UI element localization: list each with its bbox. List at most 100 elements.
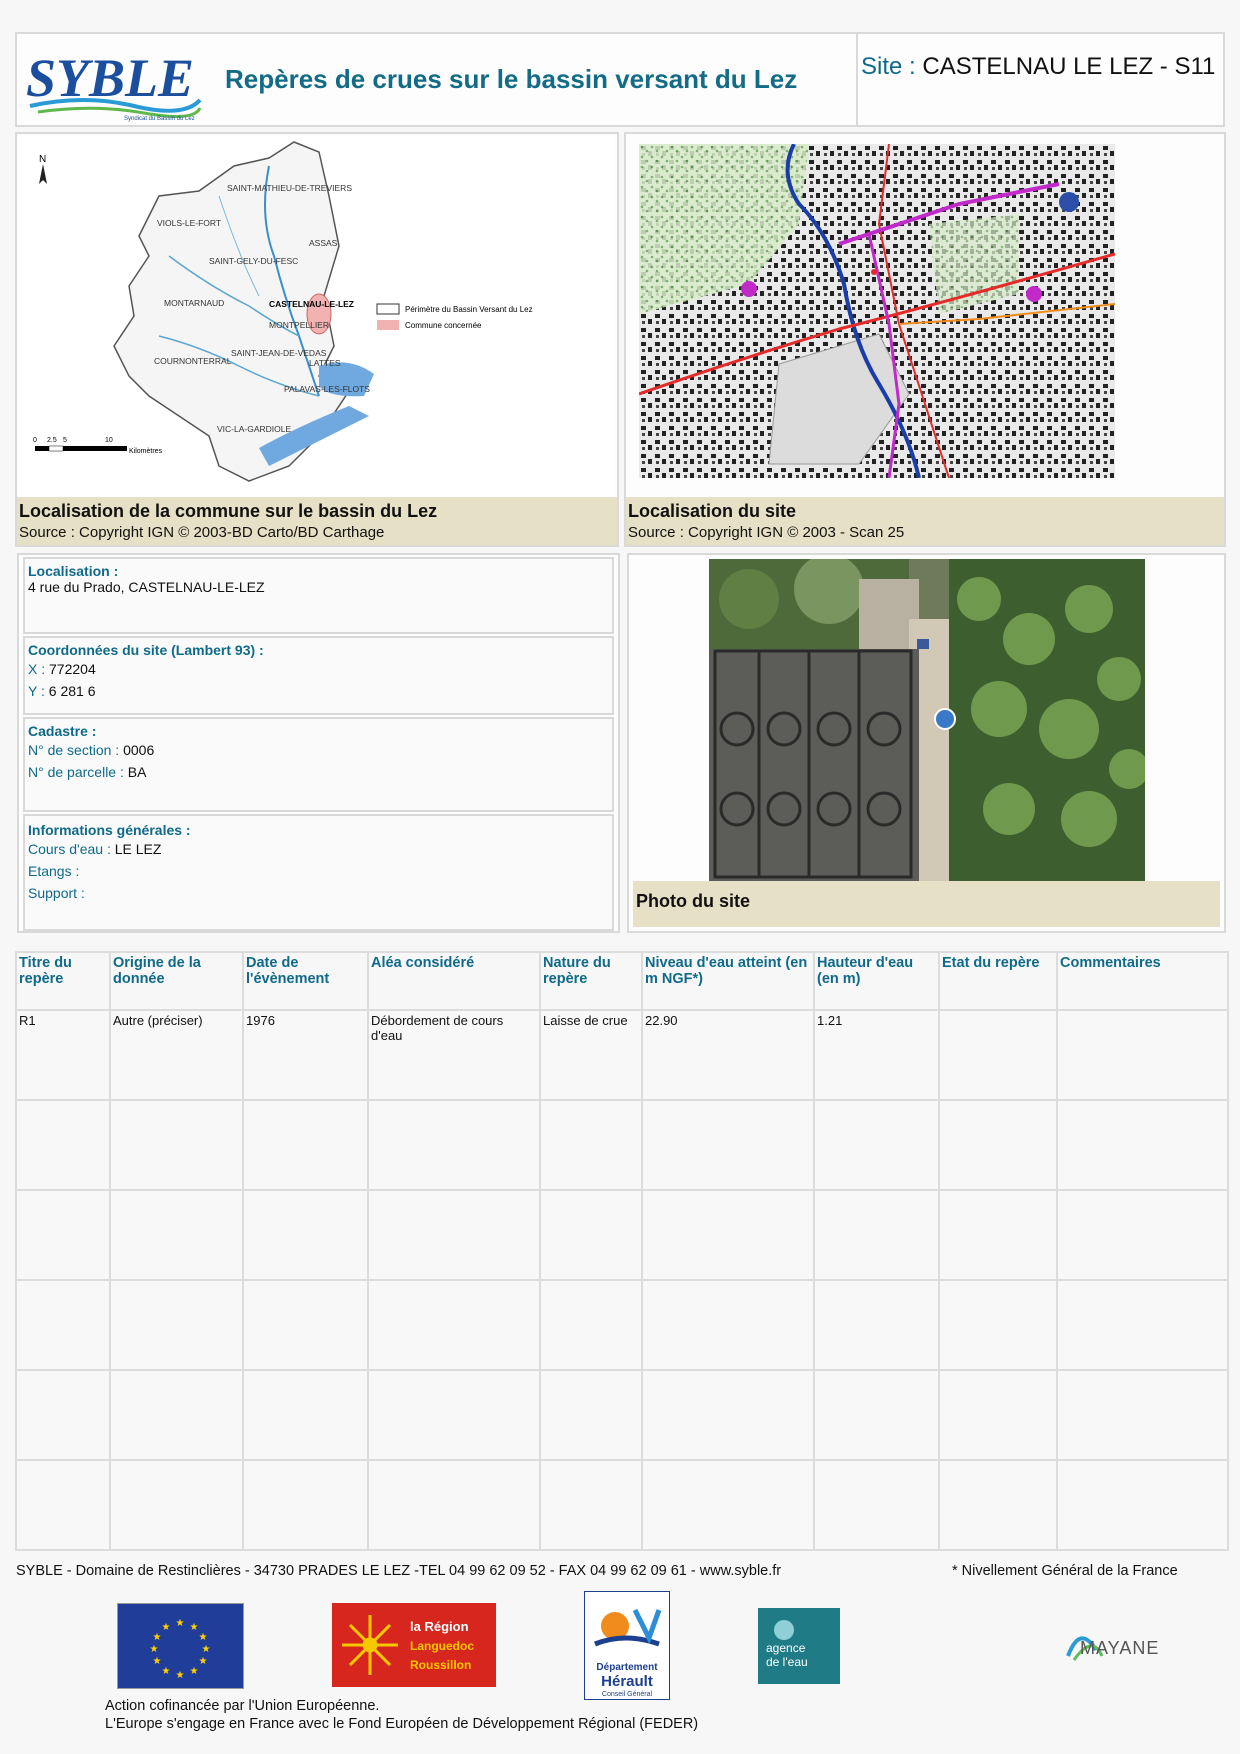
photo-caption-bar: Photo du site bbox=[633, 881, 1220, 927]
y-value: 6 281 6 bbox=[48, 683, 96, 699]
site-heading: Site : CASTELNAU LE LEZ - S11 bbox=[861, 53, 1216, 80]
table-cell: Laisse de crue bbox=[539, 1009, 643, 1101]
flood-marks-table: Titre du repère Origine de la donnée Dat… bbox=[15, 951, 1229, 1551]
table-cell bbox=[1056, 1459, 1229, 1551]
svg-text:★: ★ bbox=[190, 1666, 199, 1677]
coord-heading: Coordonnées du site (Lambert 93) : bbox=[28, 642, 264, 658]
table-row bbox=[15, 1459, 1229, 1551]
photo-caption: Photo du site bbox=[636, 891, 750, 911]
table-cell bbox=[15, 1279, 111, 1371]
map-panel-site: Localisation du site Source : Copyright … bbox=[624, 132, 1226, 547]
table-cell bbox=[367, 1459, 541, 1551]
svg-text:★: ★ bbox=[153, 1632, 162, 1643]
col-header: Aléa considéré bbox=[367, 951, 541, 1011]
town-label: PALAVAS-LES-FLOTS bbox=[284, 384, 370, 394]
cours-label: Cours d'eau : bbox=[28, 841, 111, 857]
map-site-title: Localisation du site bbox=[628, 501, 797, 521]
scale-label: 5 bbox=[63, 437, 67, 444]
svg-text:★: ★ bbox=[176, 1618, 185, 1629]
table-cell bbox=[539, 1099, 643, 1191]
table-cell bbox=[1056, 1009, 1229, 1101]
table-cell bbox=[539, 1189, 643, 1281]
map-site-source: Source : Copyright IGN © 2003 - Scan 25 bbox=[628, 524, 905, 541]
table-cell bbox=[367, 1279, 541, 1371]
table-cell bbox=[539, 1279, 643, 1371]
svg-text:★: ★ bbox=[150, 1644, 159, 1655]
info-general: Informations générales : Cours d'eau : L… bbox=[23, 814, 614, 931]
table-cell bbox=[109, 1279, 244, 1371]
town-label: SAINT-MATHIEU-DE-TREVIERS bbox=[227, 183, 352, 193]
svg-text:★: ★ bbox=[199, 1656, 208, 1667]
table-cell bbox=[15, 1369, 111, 1461]
town-label: MONTARNAUD bbox=[164, 298, 224, 308]
herault-logo: Département Hérault Conseil Général bbox=[584, 1591, 670, 1700]
x-label: X : bbox=[28, 661, 46, 677]
table-cell: Débordement de cours d'eau bbox=[367, 1009, 541, 1101]
table-header-row: Titre du repère Origine de la donnée Dat… bbox=[15, 951, 1229, 1011]
town-label: VIOLS-LE-FORT bbox=[157, 218, 221, 228]
table-cell bbox=[539, 1459, 643, 1551]
table-cell: Autre (préciser) bbox=[109, 1009, 244, 1101]
svg-text:★: ★ bbox=[162, 1666, 171, 1677]
col-header: Titre du repère bbox=[15, 951, 111, 1011]
table-cell bbox=[1056, 1099, 1229, 1191]
scale-label: 2.5 bbox=[47, 437, 57, 444]
agence-logo-line2: de l'eau bbox=[766, 1655, 808, 1669]
site-label: Site : bbox=[861, 53, 916, 80]
table-row bbox=[15, 1189, 1229, 1281]
etangs-label: Etangs : bbox=[28, 863, 80, 879]
table-cell bbox=[813, 1459, 940, 1551]
table-cell bbox=[938, 1459, 1058, 1551]
table-cell bbox=[15, 1189, 111, 1281]
town-label: MONTPELLIER bbox=[269, 320, 329, 330]
table-cell bbox=[242, 1369, 369, 1461]
table-cell bbox=[109, 1459, 244, 1551]
table-cell bbox=[109, 1099, 244, 1191]
table-row bbox=[15, 1279, 1229, 1371]
x-value: 772204 bbox=[49, 661, 96, 677]
table-cell bbox=[15, 1459, 111, 1551]
map-site-caption: Localisation du site Source : Copyright … bbox=[626, 497, 1224, 545]
col-header: Commentaires bbox=[1056, 951, 1229, 1011]
cad-section: N° de section : 0006 bbox=[28, 739, 609, 761]
table-body: R1 Autre (préciser) 1976 Débordement de … bbox=[15, 1009, 1229, 1551]
site-value: CASTELNAU LE LEZ - S11 bbox=[922, 53, 1216, 80]
town-label: LATTES bbox=[309, 358, 341, 368]
site-photo bbox=[709, 554, 1149, 882]
town-label: SAINT-JEAN-DE-VEDAS bbox=[231, 348, 327, 358]
town-label: COURNONTERRAL bbox=[154, 356, 232, 366]
info-localisation: Localisation : 4 rue du Prado, CASTELNAU… bbox=[23, 557, 614, 634]
footer-address: SYBLE - Domaine de Restinclières - 34730… bbox=[16, 1563, 782, 1579]
legend-commune: Commune concernée bbox=[405, 321, 482, 330]
table-cell: R1 bbox=[15, 1009, 111, 1101]
table-cell bbox=[367, 1189, 541, 1281]
table-cell: 22.90 bbox=[641, 1009, 815, 1101]
town-label: ASSAS bbox=[309, 238, 338, 248]
mayane-logo: MAYANE bbox=[1062, 1620, 1182, 1670]
table-cell bbox=[109, 1189, 244, 1281]
section-label: N° de section : bbox=[28, 742, 120, 758]
table-cell bbox=[641, 1459, 815, 1551]
table-cell bbox=[938, 1189, 1058, 1281]
agence-eau-logo: agence de l'eau bbox=[758, 1608, 840, 1684]
syble-logo-text: SYBLE bbox=[26, 48, 194, 108]
page-title: Repères de crues sur le bassin versant d… bbox=[225, 64, 798, 94]
table-cell bbox=[539, 1369, 643, 1461]
cad-parcelle: N° de parcelle : BA bbox=[28, 761, 609, 783]
table-row bbox=[15, 1369, 1229, 1461]
map-commune-caption: Localisation de la commune sur le bassin… bbox=[17, 497, 617, 545]
syble-logo: SYBLE Syndicat du Bassin du Lez bbox=[24, 36, 204, 122]
table-cell bbox=[641, 1279, 815, 1371]
coord-y: Y : 6 281 6 bbox=[28, 680, 609, 702]
table-cell bbox=[938, 1009, 1058, 1101]
svg-text:★: ★ bbox=[162, 1622, 171, 1633]
table-cell bbox=[1056, 1369, 1229, 1461]
svg-text:★: ★ bbox=[176, 1670, 185, 1681]
region-logo: la Région Languedoc Roussillon bbox=[332, 1603, 496, 1687]
scale-label: Kilomètres bbox=[129, 448, 163, 455]
legend-basin: Périmètre du Bassin Versant du Lez bbox=[405, 305, 533, 314]
table-cell bbox=[242, 1189, 369, 1281]
table-cell bbox=[242, 1459, 369, 1551]
basin-map: N SAINT-MATHIEU-DE-TREVIERS VIOLS-LE-FOR… bbox=[19, 136, 615, 496]
syble-logo-subtitle: Syndicat du Bassin du Lez bbox=[124, 116, 195, 122]
